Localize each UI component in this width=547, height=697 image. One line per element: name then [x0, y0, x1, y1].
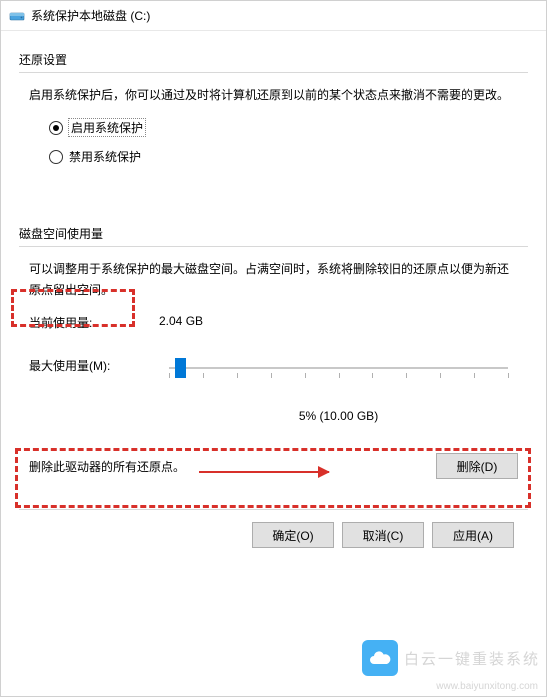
delete-section: 删除此驱动器的所有还原点。 删除(D): [19, 453, 528, 479]
radio-disable-label: 禁用系统保护: [69, 148, 141, 165]
radio-disable-protection[interactable]: 禁用系统保护: [49, 148, 528, 165]
footer-divider: [19, 509, 528, 510]
disk-description: 可以调整用于系统保护的最大磁盘空间。占满空间时，系统将删除较旧的还原点以便为新还…: [29, 259, 518, 300]
window-title: 系统保护本地磁盘 (C:): [31, 7, 150, 24]
apply-button[interactable]: 应用(A): [432, 522, 514, 548]
ok-button[interactable]: 确定(O): [252, 522, 334, 548]
watermark: 白云一键重装系统 www.baiyunxitong.com: [362, 640, 540, 676]
radio-enable-label: 启用系统保护: [69, 119, 145, 136]
restore-description: 启用系统保护后，你可以通过及时将计算机还原到以前的某个状态点来撤消不需要的更改。: [29, 85, 518, 105]
slider-value-display: 5% (10.00 GB): [159, 409, 518, 423]
radio-icon: [49, 121, 63, 135]
current-usage-label: 当前使用量:: [29, 314, 159, 331]
max-usage-label: 最大使用量(M):: [29, 353, 159, 374]
drive-icon: [9, 8, 25, 24]
divider: [19, 72, 528, 73]
max-usage-row: 最大使用量(M): 5% (10.00 GB): [29, 353, 518, 423]
radio-enable-protection[interactable]: 启用系统保护: [49, 119, 528, 136]
current-usage-row: 当前使用量: 2.04 GB: [29, 314, 518, 331]
current-usage-value: 2.04 GB: [159, 314, 203, 331]
footer-buttons: 确定(O) 取消(C) 应用(A): [19, 522, 528, 548]
delete-description: 删除此驱动器的所有还原点。: [29, 458, 185, 475]
radio-icon: [49, 150, 63, 164]
disk-group-label: 磁盘空间使用量: [19, 225, 528, 242]
max-usage-slider[interactable]: [159, 357, 518, 381]
divider: [19, 246, 528, 247]
restore-group-label: 还原设置: [19, 51, 528, 68]
disk-usage-section: 磁盘空间使用量 可以调整用于系统保护的最大磁盘空间。占满空间时，系统将删除较旧的…: [19, 225, 528, 479]
dialog-content: 还原设置 启用系统保护后，你可以通过及时将计算机还原到以前的某个状态点来撤消不需…: [1, 31, 546, 560]
slider-track: [169, 367, 508, 369]
delete-button[interactable]: 删除(D): [436, 453, 518, 479]
slider-thumb[interactable]: [175, 358, 186, 378]
slider-ticks: [169, 373, 508, 379]
cloud-logo-icon: [362, 640, 398, 676]
watermark-text: 白云一键重装系统: [404, 648, 540, 669]
system-protection-dialog: 系统保护本地磁盘 (C:) 还原设置 启用系统保护后，你可以通过及时将计算机还原…: [0, 0, 547, 697]
cancel-button[interactable]: 取消(C): [342, 522, 424, 548]
titlebar: 系统保护本地磁盘 (C:): [1, 1, 546, 31]
restore-radio-group: 启用系统保护 禁用系统保护: [49, 119, 528, 165]
watermark-url: www.baiyunxitong.com: [436, 681, 538, 692]
